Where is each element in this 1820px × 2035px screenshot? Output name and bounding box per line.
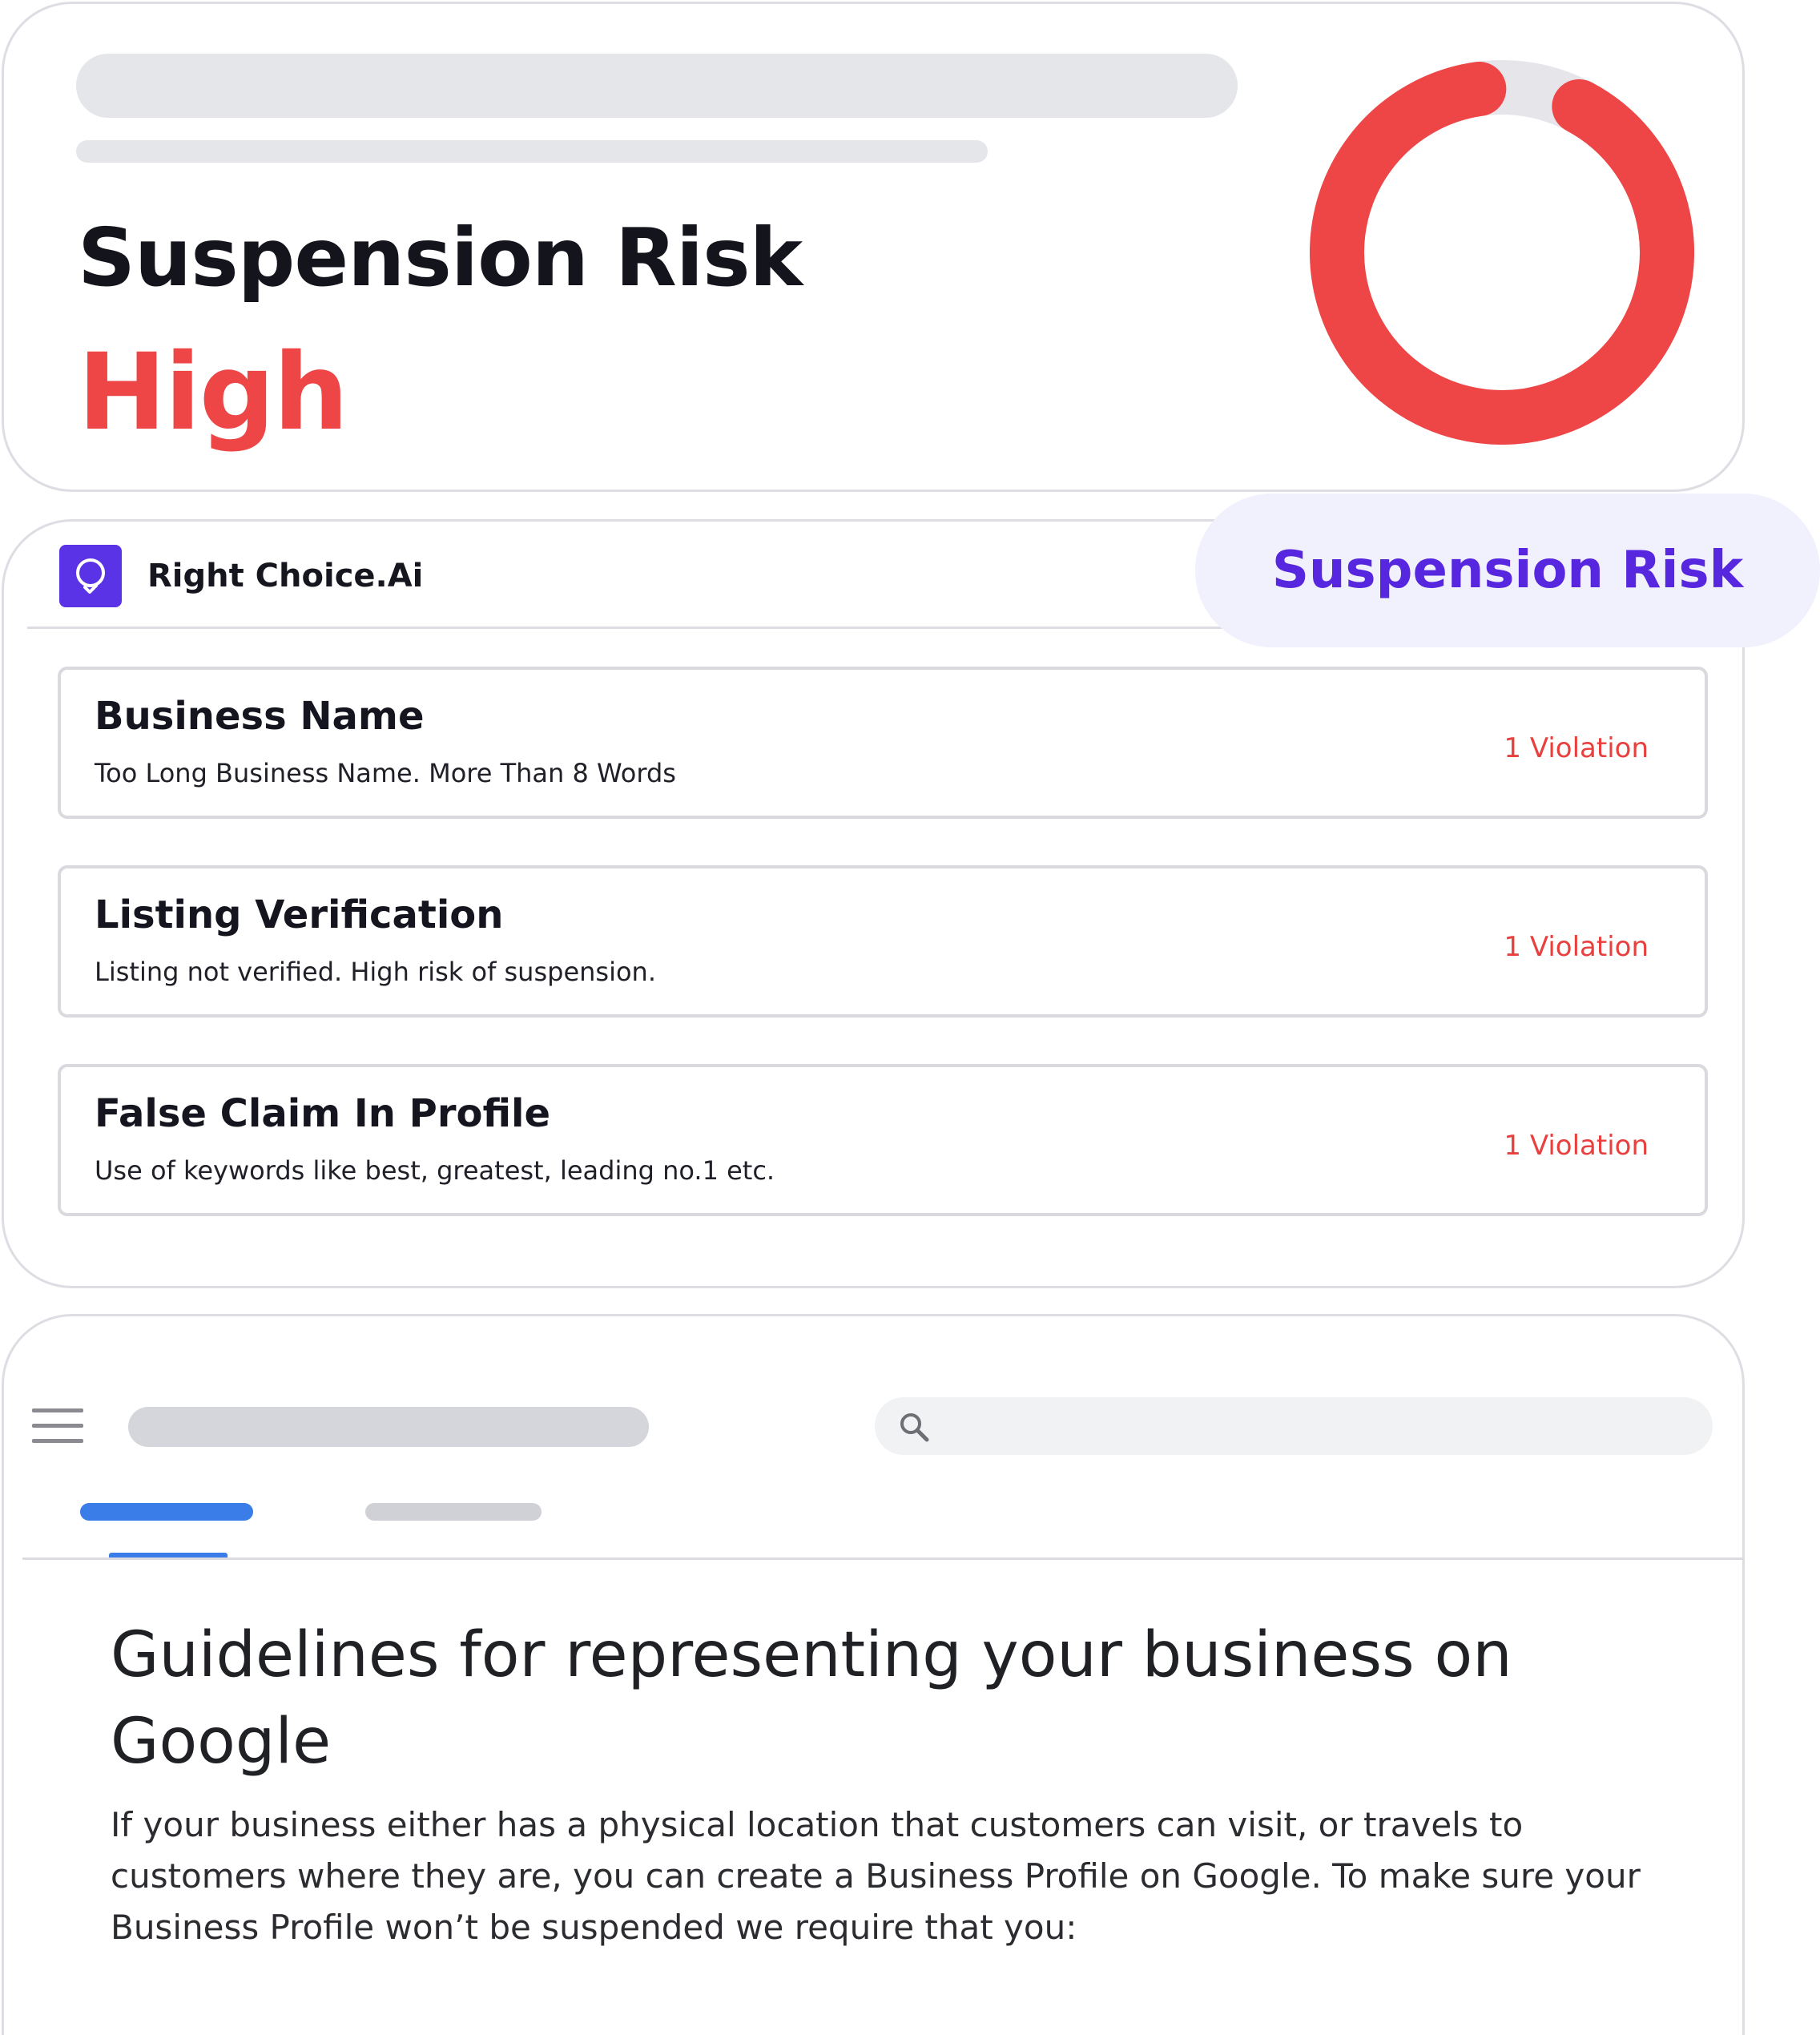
violation-description: Use of keywords like best, greatest, lea… (95, 1155, 775, 1186)
brand-name: Right Choice.Ai (147, 558, 424, 594)
violation-description: Listing not verified. High risk of suspe… (95, 957, 656, 987)
violation-description: Too Long Business Name. More Than 8 Word… (95, 758, 676, 788)
guidelines-title: Guidelines for representing your busines… (111, 1619, 1512, 1778)
violation-count: 1 Violation (1504, 1130, 1649, 1162)
violation-item-listing-verification[interactable]: Listing Verification Listing not verifie… (58, 865, 1708, 1018)
suspension-risk-badge-label: Suspension Risk (1271, 541, 1744, 600)
suspension-risk-card: Suspension Risk High (2, 2, 1745, 492)
header-divider (27, 627, 1245, 629)
gauge-fill (1310, 60, 1694, 445)
risk-level: High (78, 331, 348, 454)
search-input[interactable] (875, 1397, 1713, 1455)
violation-item-false-claim[interactable]: False Claim In Profile Use of keywords l… (58, 1064, 1708, 1216)
tab-active-placeholder[interactable] (80, 1503, 253, 1521)
violation-count: 1 Violation (1504, 931, 1649, 963)
search-icon (900, 1413, 929, 1442)
tab-placeholder[interactable] (365, 1503, 542, 1521)
hamburger-menu-icon[interactable] (32, 1408, 83, 1444)
guidelines-body: If your business either has a physical l… (111, 1805, 1641, 1947)
violation-title: False Claim In Profile (95, 1091, 551, 1136)
placeholder-subheading-bar (76, 140, 988, 163)
risk-title: Suspension Risk (78, 211, 803, 304)
violation-item-business-name[interactable]: Business Name Too Long Business Name. Mo… (58, 667, 1708, 819)
violation-count: 1 Violation (1504, 732, 1649, 764)
violation-title: Business Name (95, 694, 425, 739)
suspension-risk-badge: Suspension Risk (1195, 494, 1820, 647)
brand-logo-icon (59, 545, 122, 607)
tabs-divider (22, 1557, 1745, 1560)
placeholder-nav-bar (128, 1407, 649, 1447)
placeholder-heading-bar (76, 54, 1238, 118)
risk-gauge (1310, 60, 1694, 445)
violation-title: Listing Verification (95, 893, 504, 937)
brand: Right Choice.Ai (59, 545, 423, 607)
